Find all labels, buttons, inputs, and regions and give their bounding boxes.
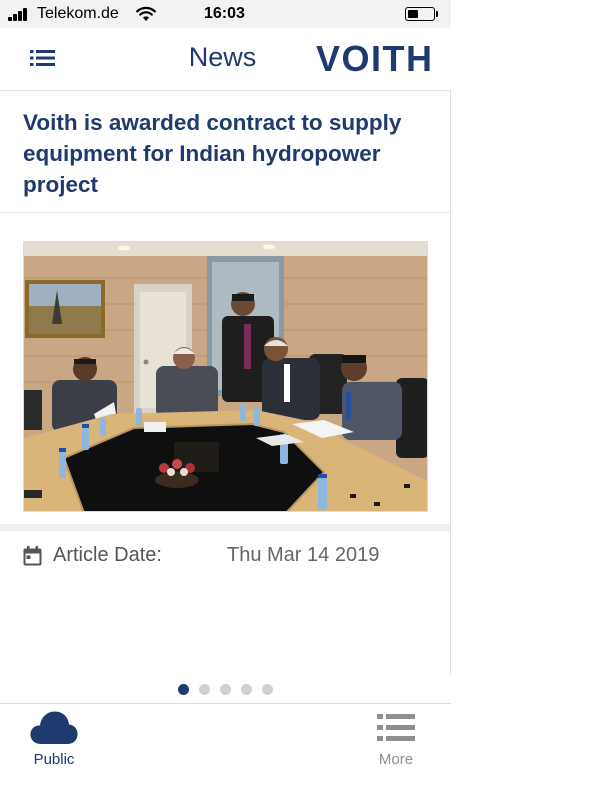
page-title: News (188, 42, 257, 72)
battery-tip (436, 11, 438, 17)
page-dot[interactable] (178, 684, 189, 695)
status-bar: Telekom.de 16:03 (0, 0, 451, 28)
tab-more-label: More (378, 751, 414, 768)
nav-bar: News VOITH (0, 28, 451, 91)
carrier-name: Telekom.de (37, 5, 119, 22)
page-dot[interactable] (199, 684, 210, 695)
divider (0, 212, 450, 213)
article-date-value: Thu Mar 14 2019 (227, 544, 380, 566)
article-image[interactable] (23, 241, 428, 512)
article-date-row: Article Date: Thu Mar 14 2019 (23, 543, 428, 573)
section-separator (0, 524, 450, 531)
battery-icon (405, 7, 435, 21)
list-icon[interactable] (28, 46, 58, 70)
app-screen: Telekom.de 16:03 News VOITH Voith is awa… (0, 0, 451, 801)
voith-logo: VOITH (316, 38, 434, 79)
list-icon (377, 714, 415, 741)
tab-more[interactable]: More (346, 704, 446, 784)
calendar-icon (23, 546, 42, 566)
meeting-photo (24, 242, 427, 511)
article-headline[interactable]: Voith is awarded contract to supply equi… (23, 107, 428, 200)
page-dot[interactable] (241, 684, 252, 695)
article-card[interactable]: Voith is awarded contract to supply equi… (0, 91, 451, 674)
tab-bar: Public More (0, 703, 451, 801)
wifi-icon (136, 6, 156, 21)
page-dot[interactable] (220, 684, 231, 695)
signal-strength-icon (8, 8, 32, 21)
battery-level (408, 10, 418, 18)
tab-public[interactable]: Public (4, 704, 104, 784)
page-dot[interactable] (262, 684, 273, 695)
page-indicator (0, 682, 451, 695)
tab-public-label: Public (33, 751, 75, 768)
cloud-icon (30, 711, 78, 744)
article-date-label: Article Date: (53, 544, 162, 566)
status-time: 16:03 (204, 5, 245, 22)
